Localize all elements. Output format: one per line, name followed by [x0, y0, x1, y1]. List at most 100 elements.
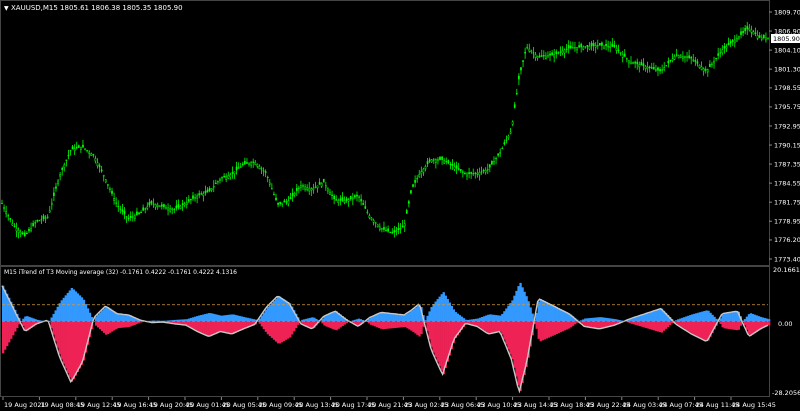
candle-up: [756, 35, 759, 39]
candle-up: [202, 193, 205, 197]
candle-up: [119, 208, 122, 210]
histogram-bar-negative: [434, 321, 437, 358]
histogram-bar-positive: [359, 319, 363, 322]
histogram-bar-negative: [430, 321, 433, 348]
histogram-bar-positive: [396, 314, 399, 322]
histogram-bar-negative: [636, 321, 639, 326]
candle-up: [327, 188, 329, 192]
histogram-bar-positive: [284, 300, 288, 322]
candle-up: [559, 51, 562, 53]
candle-up: [738, 36, 740, 39]
histogram-bar-negative: [224, 321, 227, 333]
candle-down: [331, 194, 333, 196]
chart-menu-arrow[interactable]: ▼: [4, 5, 9, 12]
candle-down: [55, 186, 57, 189]
histogram-bar-negative: [371, 321, 375, 326]
histogram-bar-positive: [30, 317, 33, 322]
histogram-bar-negative: [573, 321, 577, 325]
candle-up: [547, 55, 549, 58]
histogram-bar-negative: [226, 321, 229, 333]
histogram-bar-positive: [86, 308, 90, 322]
candle-down: [291, 192, 294, 197]
histogram-bar-negative: [545, 321, 548, 339]
histogram-bar-negative: [383, 321, 387, 330]
histogram-bar-negative: [99, 321, 102, 330]
candle-up: [304, 186, 306, 190]
candle-down: [244, 161, 246, 165]
histogram-bar-negative: [438, 321, 441, 367]
current-price-label: 1805.90: [773, 35, 800, 43]
histogram-bar-positive: [169, 320, 173, 322]
histogram-bar-negative: [189, 321, 193, 328]
histogram-bar-negative: [96, 321, 100, 328]
histogram-bar-negative: [288, 321, 292, 338]
histogram-bar-negative: [666, 321, 670, 327]
indicator-area[interactable]: [0, 266, 770, 397]
candle-down: [611, 43, 614, 47]
candle-up: [227, 175, 230, 179]
candle-up: [534, 54, 537, 58]
indicator-zero-label: 0.00: [778, 320, 792, 328]
histogram-bar-negative: [284, 321, 288, 340]
candle-down: [414, 180, 416, 183]
candle-down: [231, 172, 234, 174]
histogram-bar-positive: [598, 317, 601, 322]
histogram-bar-positive: [733, 311, 736, 322]
histogram-bar-positive: [381, 312, 385, 322]
price-label: 1790.15: [774, 141, 800, 149]
candle-down: [455, 165, 458, 169]
histogram-bar-negative: [202, 321, 205, 334]
histogram-bar-negative: [517, 321, 520, 386]
candle-up: [403, 223, 406, 227]
candle-up: [69, 150, 72, 152]
histogram-bar-negative: [701, 321, 704, 339]
price-label: 1792.95: [774, 122, 800, 130]
histogram-bar-positive: [436, 299, 439, 322]
candle-up: [262, 170, 265, 172]
candle-down: [275, 197, 277, 201]
candle-up: [420, 171, 423, 175]
candle-up: [40, 219, 43, 221]
histogram-bar-negative: [4, 321, 7, 350]
histogram-bar-negative: [123, 321, 126, 328]
histogram-bar-positive: [761, 317, 765, 322]
histogram-bar-negative: [747, 321, 751, 335]
histogram-bar-negative: [638, 321, 641, 327]
trading-chart: ▼ XAUUSD,M15 1805.61 1806.38 1805.35 180…: [0, 0, 800, 409]
candle-up: [48, 210, 51, 213]
candle-down: [13, 225, 16, 227]
histogram-bar-negative: [656, 321, 660, 332]
candle-up: [767, 37, 769, 39]
histogram-bar-negative: [432, 321, 435, 353]
histogram-bar-positive: [266, 306, 270, 322]
histogram-bar-positive: [753, 314, 757, 322]
histogram-bar-negative: [632, 321, 635, 325]
candle-down: [279, 201, 282, 204]
histogram-bar-positive: [634, 317, 637, 322]
candle-up: [167, 207, 169, 211]
candle-up: [715, 58, 717, 60]
candle-up: [443, 160, 446, 164]
histogram-bar-positive: [525, 296, 528, 322]
histogram-bar-positive: [705, 310, 708, 322]
histogram-bar-positive: [327, 314, 330, 322]
main-chart-area[interactable]: [0, 0, 770, 266]
candle-up: [196, 195, 198, 199]
candle-up: [152, 203, 155, 205]
candle-down: [524, 51, 526, 54]
candle-up: [266, 176, 269, 179]
histogram-bar-positive: [584, 318, 587, 322]
candle-down: [383, 227, 385, 230]
histogram-bar-positive: [402, 314, 405, 322]
histogram-bar-positive: [313, 317, 316, 322]
candle-down: [204, 191, 207, 194]
histogram-bar-positive: [392, 313, 395, 322]
histogram-bar-positive: [588, 318, 591, 322]
candle-down: [283, 200, 286, 203]
histogram-bar-negative: [56, 321, 59, 348]
candle-down: [538, 55, 541, 57]
candle-up: [57, 180, 59, 185]
candle-up: [125, 216, 128, 218]
candle-down: [345, 198, 348, 201]
candle-down: [503, 142, 506, 145]
